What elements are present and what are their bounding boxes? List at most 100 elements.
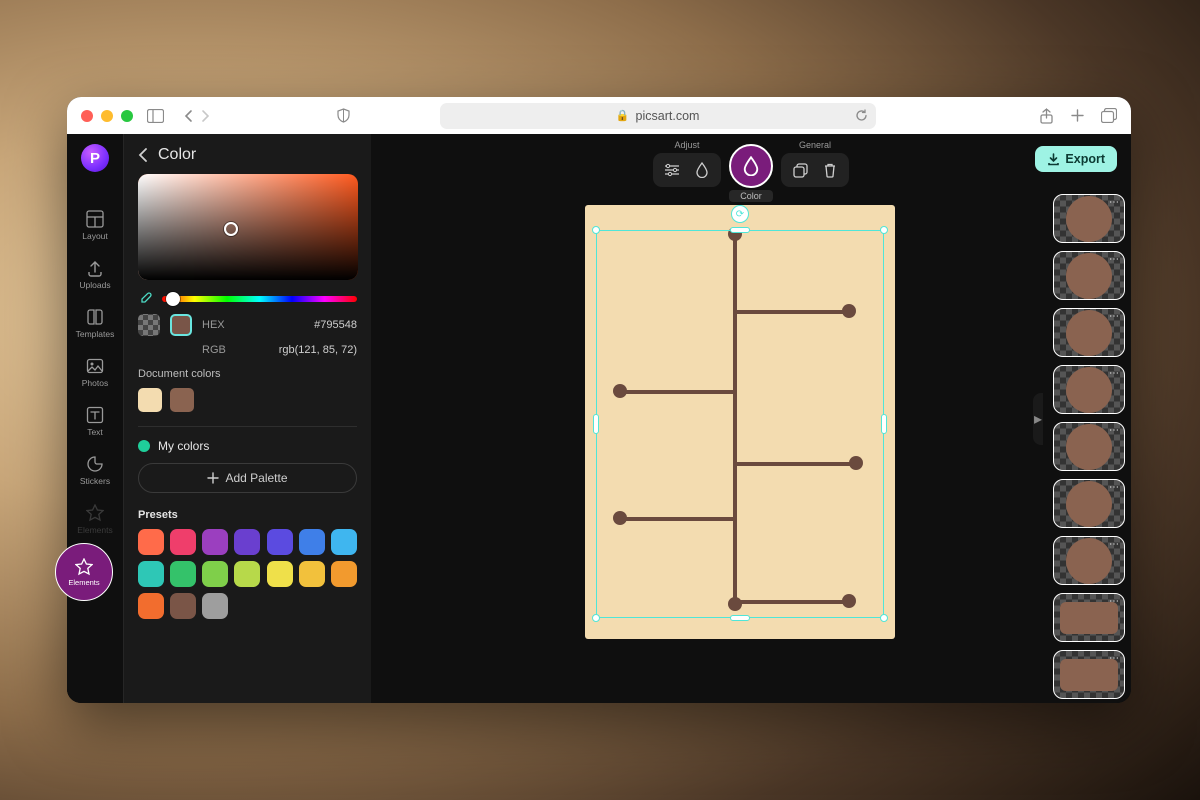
- rail-item-templates[interactable]: Templates: [67, 302, 123, 345]
- trash-icon[interactable]: [815, 157, 845, 183]
- color-tool-pill[interactable]: Color: [729, 144, 773, 202]
- window-controls: [81, 110, 133, 122]
- layers-collapse-handle[interactable]: ▸: [1033, 393, 1043, 445]
- rail-item-stickers[interactable]: Stickers: [67, 449, 123, 492]
- layer-thumbnail[interactable]: ⋯: [1053, 479, 1125, 528]
- transparency-swatch[interactable]: [138, 314, 160, 336]
- share-icon[interactable]: [1039, 108, 1054, 124]
- hue-thumb[interactable]: [166, 292, 180, 306]
- rail-item-layout[interactable]: Layout: [67, 204, 123, 247]
- layer-menu-icon[interactable]: ⋯: [1109, 197, 1120, 208]
- layer-thumbnail[interactable]: ⋯: [1053, 650, 1125, 699]
- droplet-icon[interactable]: [687, 157, 717, 183]
- preset-swatch[interactable]: [267, 529, 293, 555]
- preset-swatch[interactable]: [202, 529, 228, 555]
- my-colors-indicator: [138, 440, 150, 452]
- elements-highlight-bubble[interactable]: Elements: [55, 543, 113, 601]
- hue-slider[interactable]: [162, 296, 357, 302]
- layer-menu-icon[interactable]: ⋯: [1109, 425, 1120, 436]
- layer-menu-icon[interactable]: ⋯: [1109, 653, 1120, 664]
- star-icon: [75, 558, 93, 576]
- app-logo[interactable]: P: [81, 144, 109, 172]
- preset-swatch[interactable]: [331, 529, 357, 555]
- preset-swatch[interactable]: [138, 561, 164, 587]
- duplicate-icon[interactable]: [785, 157, 815, 183]
- layer-menu-icon[interactable]: ⋯: [1109, 311, 1120, 322]
- layer-thumbnail[interactable]: ⋯: [1053, 251, 1125, 300]
- rgb-value[interactable]: rgb(121, 85, 72): [279, 344, 357, 356]
- panel-back-button[interactable]: [138, 148, 148, 162]
- sidebar-toggle-icon[interactable]: [147, 109, 164, 123]
- photos-icon: [86, 357, 104, 375]
- layer-menu-icon[interactable]: ⋯: [1109, 596, 1120, 607]
- layer-menu-icon[interactable]: ⋯: [1109, 368, 1120, 379]
- minimize-window-button[interactable]: [101, 110, 113, 122]
- sv-cursor[interactable]: [224, 222, 238, 236]
- rail-item-photos[interactable]: Photos: [67, 351, 123, 394]
- preset-swatch[interactable]: [170, 529, 196, 555]
- add-palette-button[interactable]: Add Palette: [138, 463, 357, 493]
- resize-handle-br[interactable]: [880, 614, 888, 622]
- new-tab-icon[interactable]: [1070, 108, 1085, 124]
- rail-item-elements[interactable]: Elements: [67, 498, 123, 541]
- resize-handle-tr[interactable]: [880, 226, 888, 234]
- layer-menu-icon[interactable]: ⋯: [1109, 254, 1120, 265]
- refresh-icon[interactable]: [855, 109, 868, 122]
- close-window-button[interactable]: [81, 110, 93, 122]
- preset-swatch[interactable]: [202, 593, 228, 619]
- layer-thumbnail[interactable]: ⋯: [1053, 365, 1125, 414]
- preset-swatch[interactable]: [267, 561, 293, 587]
- sliders-icon[interactable]: [657, 157, 687, 183]
- plus-icon: [207, 472, 219, 484]
- current-color-swatch[interactable]: [170, 314, 192, 336]
- layer-menu-icon[interactable]: ⋯: [1109, 539, 1120, 550]
- rotate-handle[interactable]: ⟳: [731, 205, 749, 223]
- download-icon: [1047, 153, 1060, 166]
- layer-thumbnail[interactable]: ⋯: [1053, 308, 1125, 357]
- preset-swatch[interactable]: [299, 561, 325, 587]
- resize-handle-bl[interactable]: [592, 614, 600, 622]
- url-bar[interactable]: 🔒 picsart.com: [440, 103, 876, 129]
- hex-label: HEX: [202, 319, 230, 331]
- export-button[interactable]: Export: [1035, 146, 1117, 172]
- preset-swatch[interactable]: [170, 593, 196, 619]
- back-button[interactable]: [182, 109, 196, 123]
- app-body: P Layout Uploads Templates Photos Text: [67, 134, 1131, 703]
- layer-thumbnail[interactable]: ⋯: [1053, 593, 1125, 642]
- selection-box[interactable]: ⟳: [596, 230, 884, 618]
- preset-swatch[interactable]: [138, 529, 164, 555]
- preset-swatch[interactable]: [138, 593, 164, 619]
- shield-icon[interactable]: [336, 108, 351, 123]
- doc-color-swatch[interactable]: [170, 388, 194, 412]
- resize-edge-right[interactable]: [881, 414, 887, 434]
- resize-edge-left[interactable]: [593, 414, 599, 434]
- templates-icon: [86, 308, 104, 326]
- preset-swatch[interactable]: [299, 529, 325, 555]
- preset-swatch[interactable]: [234, 561, 260, 587]
- my-colors-label: My colors: [158, 439, 209, 453]
- rail-item-uploads[interactable]: Uploads: [67, 253, 123, 296]
- upload-icon: [86, 259, 104, 277]
- eyedropper-icon[interactable]: [138, 292, 152, 306]
- panel-title: Color: [158, 146, 196, 164]
- preset-swatch[interactable]: [331, 561, 357, 587]
- resize-edge-top[interactable]: [730, 227, 750, 233]
- presets-grid: [138, 529, 357, 619]
- forward-button[interactable]: [198, 109, 212, 123]
- layer-menu-icon[interactable]: ⋯: [1109, 482, 1120, 493]
- preset-swatch[interactable]: [170, 561, 196, 587]
- tabs-icon[interactable]: [1101, 108, 1117, 124]
- rail-item-text[interactable]: Text: [67, 400, 123, 443]
- maximize-window-button[interactable]: [121, 110, 133, 122]
- resize-handle-tl[interactable]: [592, 226, 600, 234]
- resize-edge-bottom[interactable]: [730, 615, 750, 621]
- preset-swatch[interactable]: [234, 529, 260, 555]
- adjust-group-label: Adjust: [674, 140, 699, 150]
- layer-thumbnail[interactable]: ⋯: [1053, 194, 1125, 243]
- hex-value[interactable]: #795548: [314, 319, 357, 331]
- saturation-value-picker[interactable]: [138, 174, 358, 280]
- doc-color-swatch[interactable]: [138, 388, 162, 412]
- preset-swatch[interactable]: [202, 561, 228, 587]
- layer-thumbnail[interactable]: ⋯: [1053, 422, 1125, 471]
- layer-thumbnail[interactable]: ⋯: [1053, 536, 1125, 585]
